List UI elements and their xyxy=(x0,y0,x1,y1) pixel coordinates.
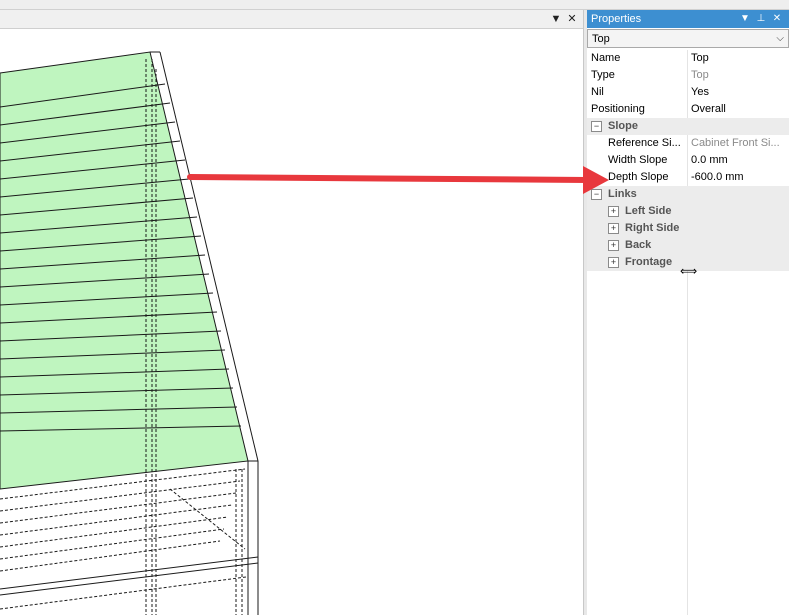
annotation-arrow-shaft xyxy=(187,174,591,183)
annotation-arrow-head xyxy=(583,166,609,194)
annotation-layer xyxy=(187,166,609,194)
column-resize-cursor-icon: ⟺ xyxy=(680,264,698,278)
